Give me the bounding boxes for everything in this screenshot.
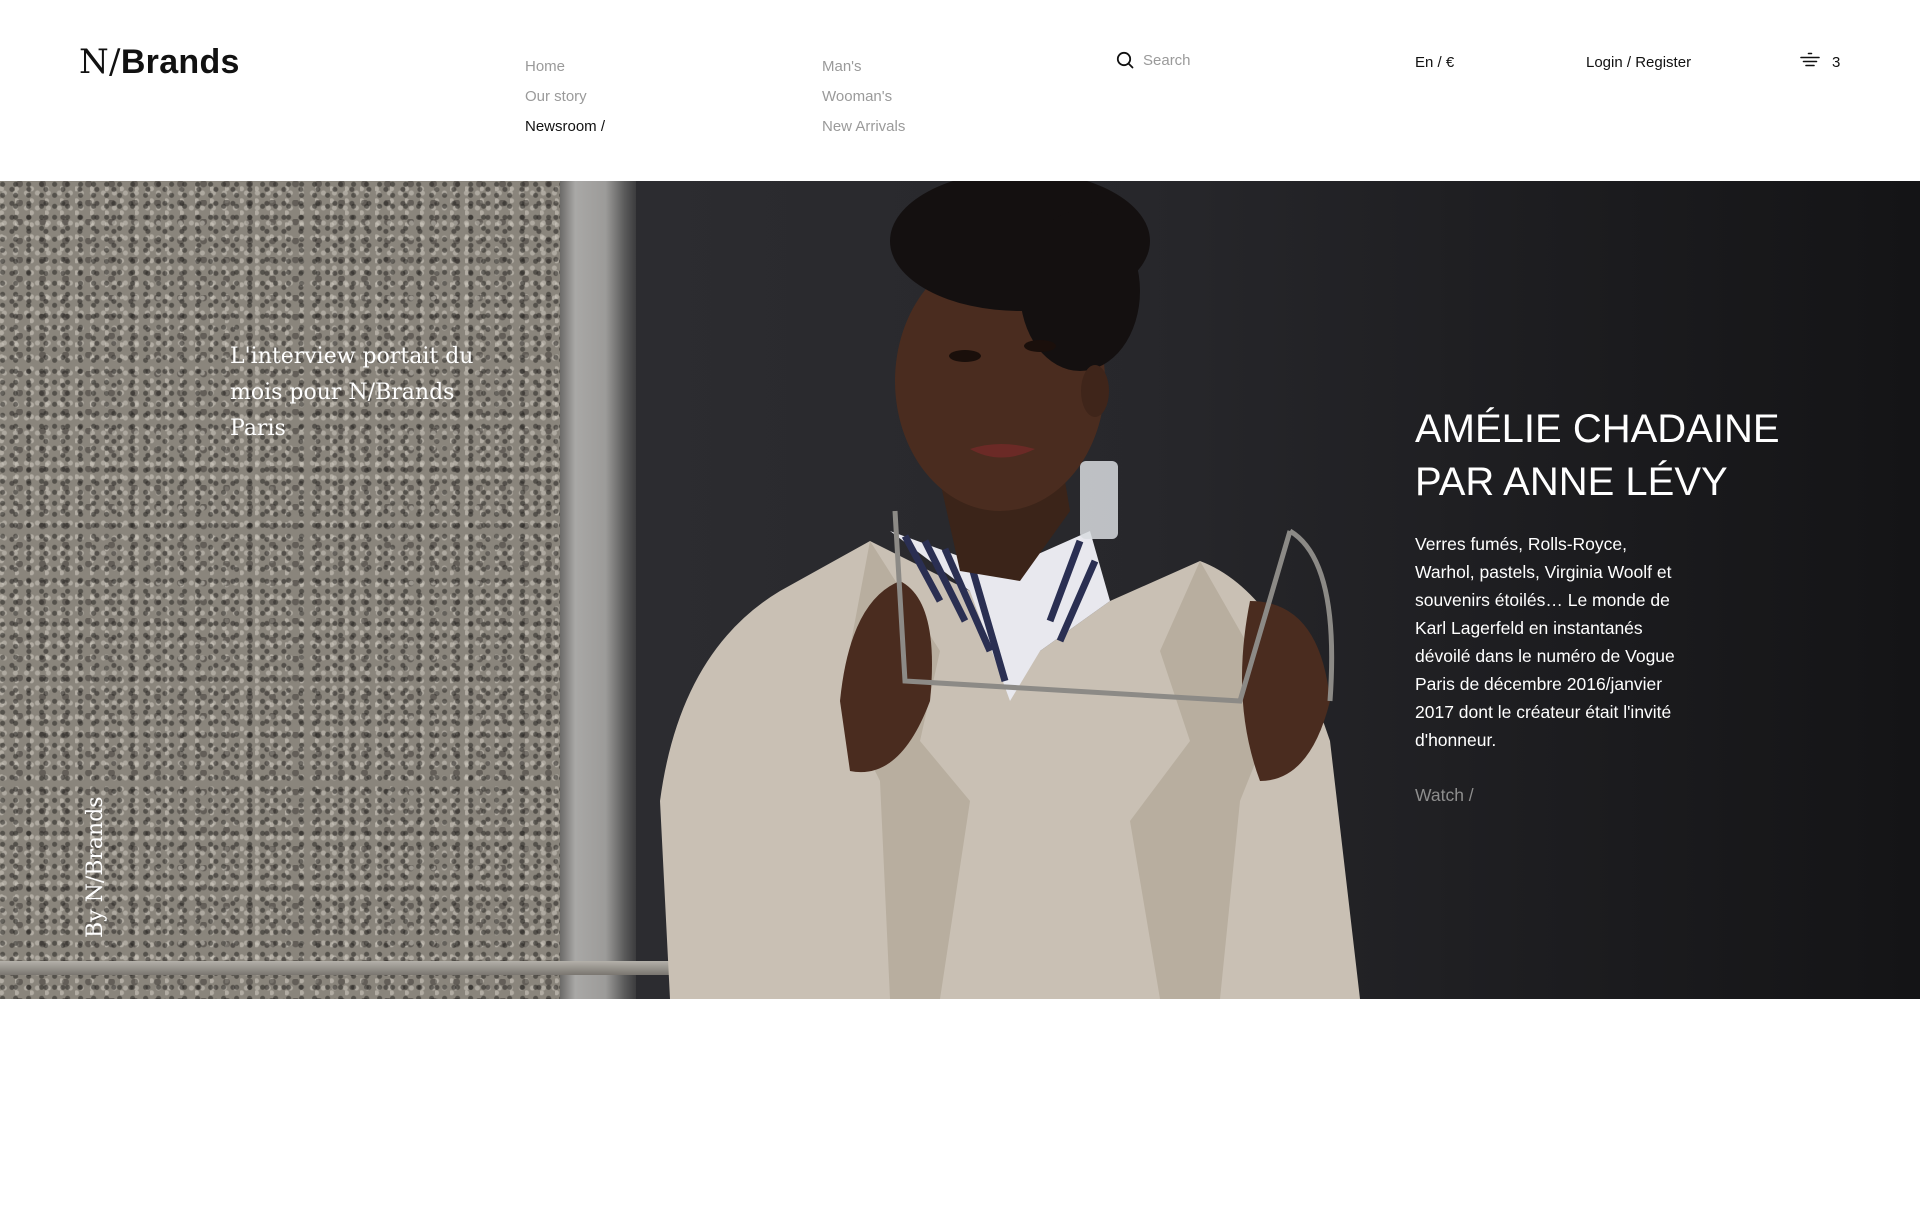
- site-header: N/Brands Home Our story Newsroom / Man's…: [0, 0, 1920, 181]
- search-input[interactable]: [1143, 51, 1303, 69]
- primary-nav: Home Our story Newsroom /: [525, 52, 605, 142]
- cart-count: 3: [1832, 53, 1841, 71]
- language-currency-selector[interactable]: En / €: [1415, 54, 1454, 71]
- nav-our-story[interactable]: Our story: [525, 82, 605, 112]
- logo-sans-part: Brands: [120, 43, 240, 81]
- cart-button[interactable]: 3: [1800, 52, 1840, 72]
- search-box: [1116, 51, 1303, 69]
- stone-sill: [0, 961, 680, 975]
- nav-woomans[interactable]: Wooman's: [822, 82, 905, 112]
- hero-title-line-1: AMÉLIE CHADAINE: [1415, 407, 1780, 451]
- login-register-link[interactable]: Login / Register: [1586, 54, 1691, 71]
- nav-newsroom[interactable]: Newsroom /: [525, 112, 605, 142]
- nav-new-arrivals[interactable]: New Arrivals: [822, 112, 905, 142]
- cart-icon: [1800, 52, 1820, 72]
- hero-description: Verres fumés, Rolls-Royce, Warhol, paste…: [1415, 534, 1675, 750]
- nav-mans[interactable]: Man's: [822, 52, 905, 82]
- hero-title: AMÉLIE CHADAINE PAR ANNE LÉVY: [1415, 403, 1835, 509]
- search-icon[interactable]: [1116, 51, 1134, 69]
- hero-photo-woman-with-glasses: [660, 181, 1360, 999]
- hero-banner: L'interview portait du mois pour N/Brand…: [0, 181, 1920, 999]
- category-nav: Man's Wooman's New Arrivals: [822, 52, 905, 142]
- brand-logo[interactable]: N/Brands: [79, 42, 240, 82]
- vertical-byline: By N/Brands: [83, 796, 108, 938]
- logo-serif-part: N/: [79, 42, 121, 82]
- stone-trim: [560, 181, 636, 999]
- nav-home[interactable]: Home: [525, 52, 605, 82]
- watch-link[interactable]: Watch /: [1415, 781, 1474, 809]
- hero-quote: L'interview portait du mois pour N/Brand…: [230, 344, 474, 441]
- hero-title-line-2: PAR ANNE LÉVY: [1415, 460, 1728, 504]
